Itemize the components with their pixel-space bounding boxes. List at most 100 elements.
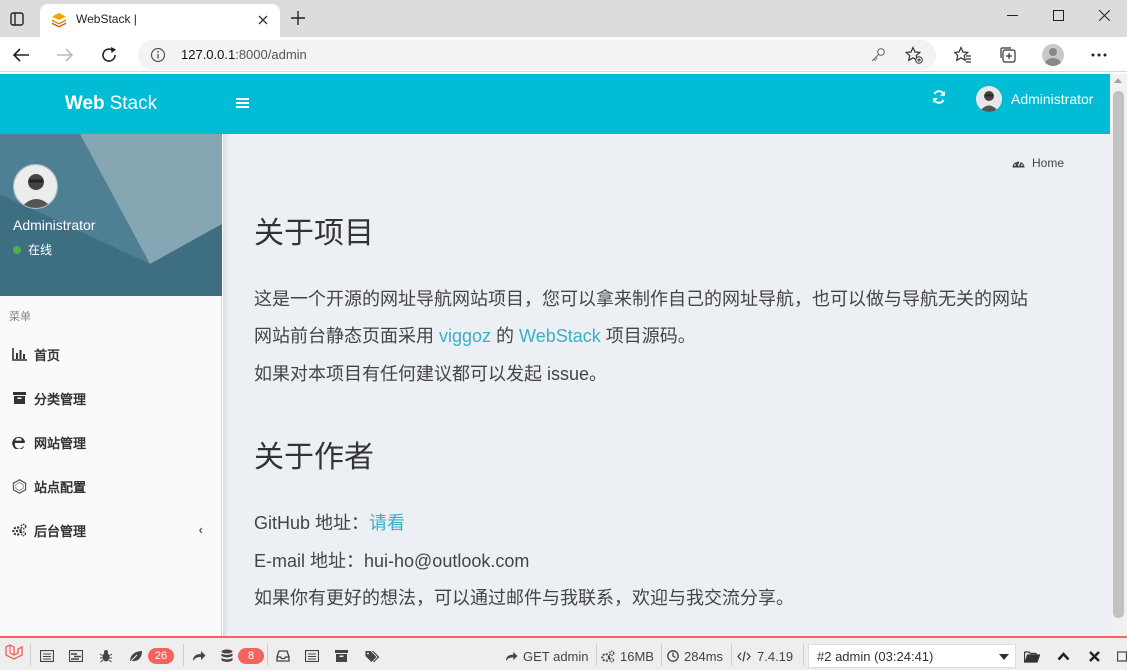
top-navbar: Administrator <box>222 74 1110 134</box>
collections-icon[interactable] <box>994 41 1022 69</box>
chevron-left-icon: ‹ <box>198 522 203 537</box>
user-panel-background <box>0 134 222 296</box>
page-scrollbar[interactable] <box>1110 74 1127 636</box>
breadcrumb[interactable]: Home <box>1012 156 1064 170</box>
timeline-icon[interactable] <box>69 647 83 665</box>
dashboard-icon <box>1012 157 1025 169</box>
line2-mid: 的 <box>491 326 520 346</box>
avatar <box>976 86 1002 112</box>
minimize-window-icon[interactable] <box>989 0 1035 30</box>
restore-icon[interactable] <box>1117 647 1127 665</box>
time-info[interactable]: 284ms <box>667 647 723 665</box>
add-favorite-icon[interactable] <box>905 46 923 64</box>
logo-regular: Stack <box>109 93 158 114</box>
cogs-icon <box>601 649 615 662</box>
url-path: :8000/admin <box>235 47 307 62</box>
route-info[interactable]: GET admin <box>505 647 589 665</box>
more-menu-icon[interactable] <box>1085 41 1113 69</box>
separator <box>661 644 662 666</box>
share-arrow-icon <box>506 651 518 661</box>
open-folder-icon[interactable] <box>1024 647 1040 665</box>
about-project-line1: 这是一个开源的网址导航网站项目，您可以拿来制作自己的网址导航，也可以做与导航无关… <box>254 289 1028 309</box>
sidebar-toggle-icon[interactable] <box>236 96 252 112</box>
favorites-icon[interactable] <box>949 41 977 69</box>
status-dot-icon <box>13 245 21 254</box>
tags-icon[interactable] <box>365 647 380 665</box>
profile-avatar-icon[interactable] <box>1039 41 1067 69</box>
sidebar-item-admin[interactable]: 后台管理 ‹ <box>0 508 221 552</box>
separator <box>731 644 732 666</box>
route-text: GET admin <box>523 648 589 664</box>
sidebar-item-home[interactable]: 首页 <box>0 332 221 376</box>
tab-actions-icon[interactable] <box>6 8 28 30</box>
online-status: 在线 <box>13 241 52 258</box>
sidebar-item-label: 网站管理 <box>34 435 87 451</box>
scrollbar-thumb[interactable] <box>1113 91 1124 618</box>
about-project-line2: 网站前台静态页面采用 viggoz 的 WebStack 项目源码。 <box>254 322 696 348</box>
address-bar[interactable]: 127.0.0.1:8000/admin <box>138 40 936 70</box>
sidebar-item-label: 站点配置 <box>34 479 87 495</box>
stack-favicon-icon <box>51 12 67 28</box>
laravel-logo-icon[interactable] <box>4 644 24 662</box>
maximize-window-icon[interactable] <box>1035 0 1081 30</box>
new-tab-icon[interactable] <box>286 6 310 30</box>
php-version-info[interactable]: 7.4.19 <box>737 647 793 665</box>
about-project-title: 关于项目 <box>254 217 374 250</box>
github-line: GitHub 地址：请看 <box>254 509 405 535</box>
bug-icon[interactable] <box>99 647 113 665</box>
github-link[interactable]: 请看 <box>369 513 405 533</box>
separator <box>803 644 804 666</box>
chevron-up-icon[interactable] <box>1057 647 1070 665</box>
list-icon[interactable] <box>305 647 319 665</box>
sidebar-item-label: 后台管理 <box>34 523 87 539</box>
browser-tabstrip: WebStack | <box>0 0 1127 37</box>
cogs-icon <box>11 522 27 538</box>
viggoz-link[interactable]: viggoz <box>439 326 491 346</box>
status-text: 在线 <box>28 243 53 257</box>
debugbar: 26 8 GET admin 16MB 284ms 7.4.19 #2 admi… <box>0 636 1127 670</box>
close-icon[interactable] <box>1089 647 1100 665</box>
key-icon[interactable] <box>869 46 887 64</box>
share-icon[interactable] <box>192 647 206 665</box>
separator <box>183 644 184 666</box>
browser-tab[interactable]: WebStack | <box>40 4 280 37</box>
queries-tab[interactable]: 8 <box>221 647 264 665</box>
about-author-title: 关于作者 <box>254 441 374 474</box>
reload-icon[interactable] <box>95 41 123 69</box>
sidebar: Administrator 在线 菜单 首页 分类管理 网站管理 站点配置 后台… <box>0 134 222 636</box>
close-tab-icon[interactable] <box>254 11 272 29</box>
clock-icon <box>667 650 679 662</box>
user-avatar <box>13 164 58 209</box>
sidebar-item-category[interactable]: 分类管理 <box>0 376 221 420</box>
memory-info[interactable]: 16MB <box>601 647 654 665</box>
refresh-icon[interactable] <box>932 90 950 108</box>
header-user-name: Administrator <box>1011 91 1094 107</box>
logs-tab[interactable]: 26 <box>128 647 174 665</box>
time-text: 284ms <box>684 648 724 664</box>
request-select[interactable]: #2 admin (03:24:41) <box>808 644 1016 668</box>
sidebar-item-site-config[interactable]: 站点配置 <box>0 464 221 508</box>
php-version-text: 7.4.19 <box>757 648 794 664</box>
url-host: 127.0.0.1 <box>181 47 236 62</box>
separator <box>596 644 597 666</box>
forward-arrow-icon[interactable] <box>51 41 79 69</box>
database-icon <box>221 649 233 662</box>
site-info-icon[interactable] <box>150 47 166 63</box>
chevron-down-icon <box>999 654 1009 660</box>
code-icon <box>737 650 751 662</box>
user-menu[interactable]: Administrator <box>976 86 1093 112</box>
line2-prefix: 网站前台静态页面采用 <box>254 326 439 346</box>
inbox-icon[interactable] <box>276 647 290 665</box>
bar-chart-icon <box>11 346 27 362</box>
about-project-line3: 如果对本项目有任何建议都可以发起 issue。 <box>254 364 608 384</box>
close-window-icon[interactable] <box>1081 0 1127 30</box>
webstack-link[interactable]: WebStack <box>519 326 601 346</box>
app-logo[interactable]: Web Stack <box>0 74 222 134</box>
messages-icon[interactable] <box>40 647 54 665</box>
logs-count-badge: 26 <box>148 648 174 664</box>
sidebar-user-name: Administrator <box>13 217 96 233</box>
scroll-up-icon[interactable] <box>1114 78 1122 83</box>
archive-box-icon[interactable] <box>335 647 348 665</box>
sidebar-item-sites[interactable]: 网站管理 <box>0 420 221 464</box>
back-arrow-icon[interactable] <box>7 41 35 69</box>
